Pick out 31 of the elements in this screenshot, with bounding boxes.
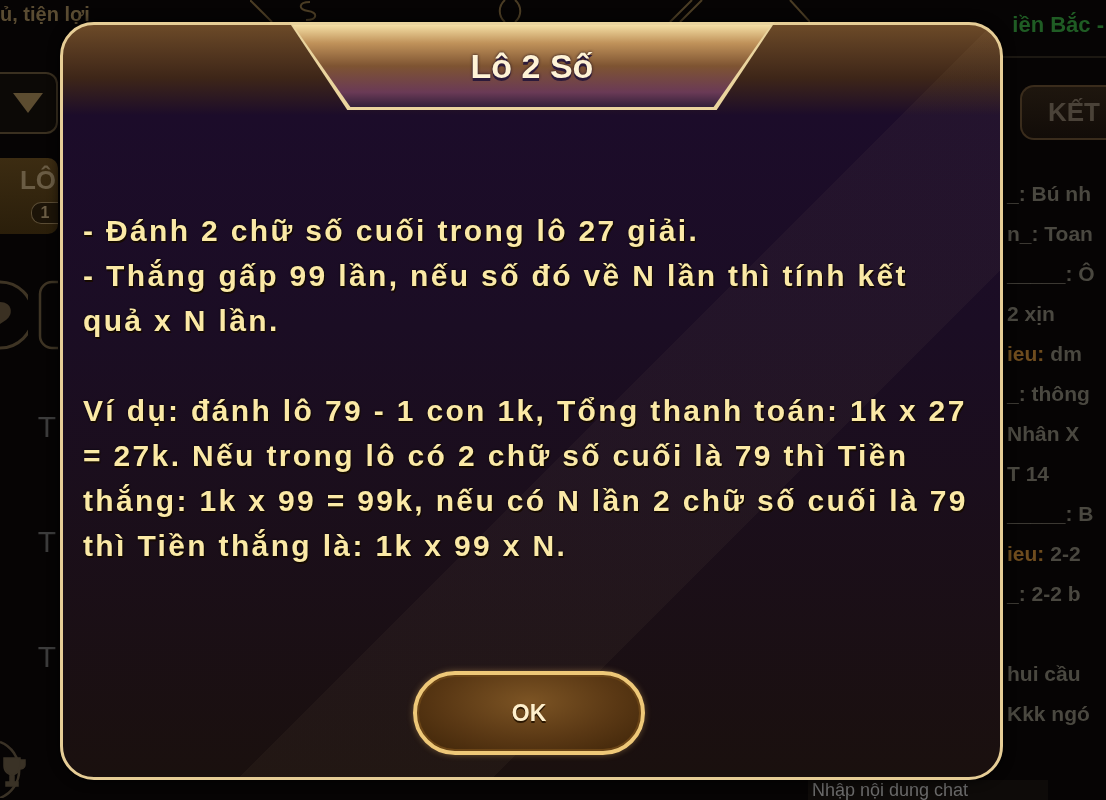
chat-message: _: 2-2 b bbox=[1007, 581, 1081, 607]
chat-sender: ieu: bbox=[1007, 341, 1045, 367]
chat-message: _____: Ô bbox=[1007, 261, 1095, 287]
chat-message: n_: Toan bbox=[1007, 221, 1093, 247]
rule-text: - Thắng gấp 99 lần, nếu số đó về N lần thì tính kết quả x N lần. bbox=[83, 258, 909, 339]
example-text: Ví dụ: đánh lô 79 - 1 con 1k, Tổng thanh toán: 1k x 27 = 27k. Nếu trong lô có 2 chữ số cuối là 79 thì Tiền thắng: 1k x 99 = 99k, nếu có N lần 2 chữ số cuối là 79 thì Tiền thắng là: 1k x 99 x N. bbox=[83, 393, 969, 564]
count-badge: 1 bbox=[31, 202, 58, 224]
dropdown-button[interactable] bbox=[0, 72, 58, 134]
region-label: iền Bắc - bbox=[1012, 12, 1105, 38]
caret-icon bbox=[13, 93, 43, 113]
chat-message: Kkk ngó bbox=[1007, 701, 1090, 727]
chat-message: dm bbox=[1050, 341, 1082, 367]
row-label: T bbox=[37, 527, 57, 557]
ok-button[interactable]: OK bbox=[413, 671, 645, 755]
chat-message: _: thông bbox=[1007, 381, 1090, 407]
chat-message: 2 xịn bbox=[1007, 301, 1055, 327]
chat-sender: ieu: bbox=[1007, 541, 1045, 567]
chat-message: _____: B bbox=[1007, 501, 1094, 527]
rounded-button-icon bbox=[38, 280, 58, 350]
row-label: T bbox=[37, 412, 57, 442]
chat-message: Nhân X bbox=[1007, 421, 1080, 447]
chat-message: 2-2 bbox=[1050, 541, 1081, 567]
tagline-text: ủ, tiện lợi bbox=[0, 2, 90, 26]
chat-message: _: Bú nh bbox=[1007, 181, 1091, 207]
chat-message: hui cầu bbox=[1007, 661, 1081, 687]
circle-button-icon bbox=[0, 280, 28, 350]
dialog-title: Lô 2 Số bbox=[289, 22, 775, 110]
row-label: T bbox=[37, 642, 57, 672]
rule-text: - Đánh 2 chữ số cuối trong lô 27 giải. bbox=[83, 213, 701, 249]
chat-message: T 14 bbox=[1007, 461, 1050, 487]
chat-input[interactable]: Nhập nội dung chat bbox=[808, 780, 1048, 800]
